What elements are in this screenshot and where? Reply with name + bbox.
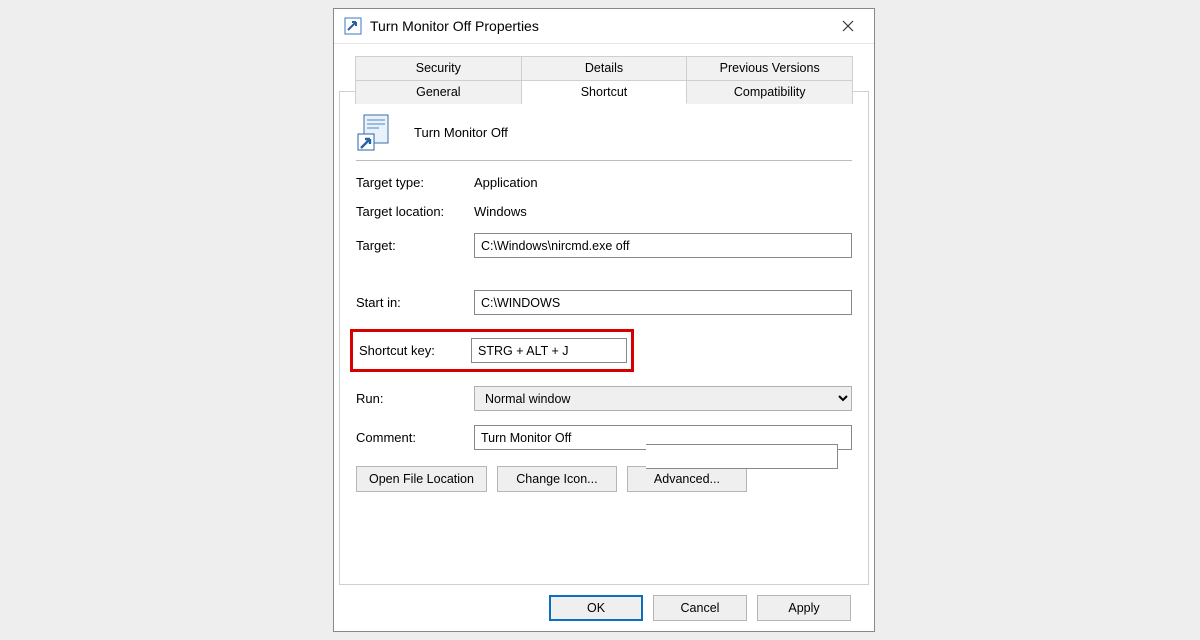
tab-general[interactable]: General — [355, 80, 522, 104]
tab-security[interactable]: Security — [355, 56, 522, 80]
tab-shortcut[interactable]: Shortcut — [522, 80, 688, 104]
value-target-type: Application — [474, 175, 852, 190]
tabstrip: Security Details Previous Versions Gener… — [355, 56, 853, 104]
open-file-location-button[interactable]: Open File Location — [356, 466, 487, 492]
change-icon-button[interactable]: Change Icon... — [497, 466, 617, 492]
start-in-input[interactable] — [474, 290, 852, 315]
label-run: Run: — [356, 391, 468, 406]
ok-button[interactable]: OK — [549, 595, 643, 621]
tab-previous-versions[interactable]: Previous Versions — [687, 56, 853, 80]
close-button[interactable] — [826, 10, 870, 42]
shortcut-key-input[interactable] — [471, 338, 627, 363]
label-target: Target: — [356, 238, 468, 253]
application-icon — [356, 112, 396, 152]
shortcut-key-input-extension[interactable] — [646, 444, 838, 469]
tabpage-shortcut: Turn Monitor Off Target type: Applicatio… — [339, 91, 869, 585]
run-select[interactable]: Normal window — [474, 386, 852, 411]
dialog-footer: OK Cancel Apply — [549, 595, 851, 621]
advanced-button[interactable]: Advanced... — [627, 466, 747, 492]
cancel-button[interactable]: Cancel — [653, 595, 747, 621]
label-comment: Comment: — [356, 430, 468, 445]
label-target-type: Target type: — [356, 175, 468, 190]
label-target-location: Target location: — [356, 204, 468, 219]
tab-details[interactable]: Details — [522, 56, 688, 80]
window-title: Turn Monitor Off Properties — [370, 18, 826, 34]
titlebar: Turn Monitor Off Properties — [334, 9, 874, 44]
value-target-location: Windows — [474, 204, 852, 219]
shortcut-key-highlight: Shortcut key: — [350, 329, 634, 372]
app-name: Turn Monitor Off — [414, 125, 508, 140]
properties-dialog: Turn Monitor Off Properties Security Det… — [333, 8, 875, 632]
client-area: Security Details Previous Versions Gener… — [334, 44, 874, 631]
label-start-in: Start in: — [356, 295, 468, 310]
tab-compatibility[interactable]: Compatibility — [687, 80, 853, 104]
label-shortcut-key: Shortcut key: — [353, 343, 465, 358]
shortcut-arrow-icon — [344, 17, 362, 35]
target-input[interactable] — [474, 233, 852, 258]
apply-button[interactable]: Apply — [757, 595, 851, 621]
